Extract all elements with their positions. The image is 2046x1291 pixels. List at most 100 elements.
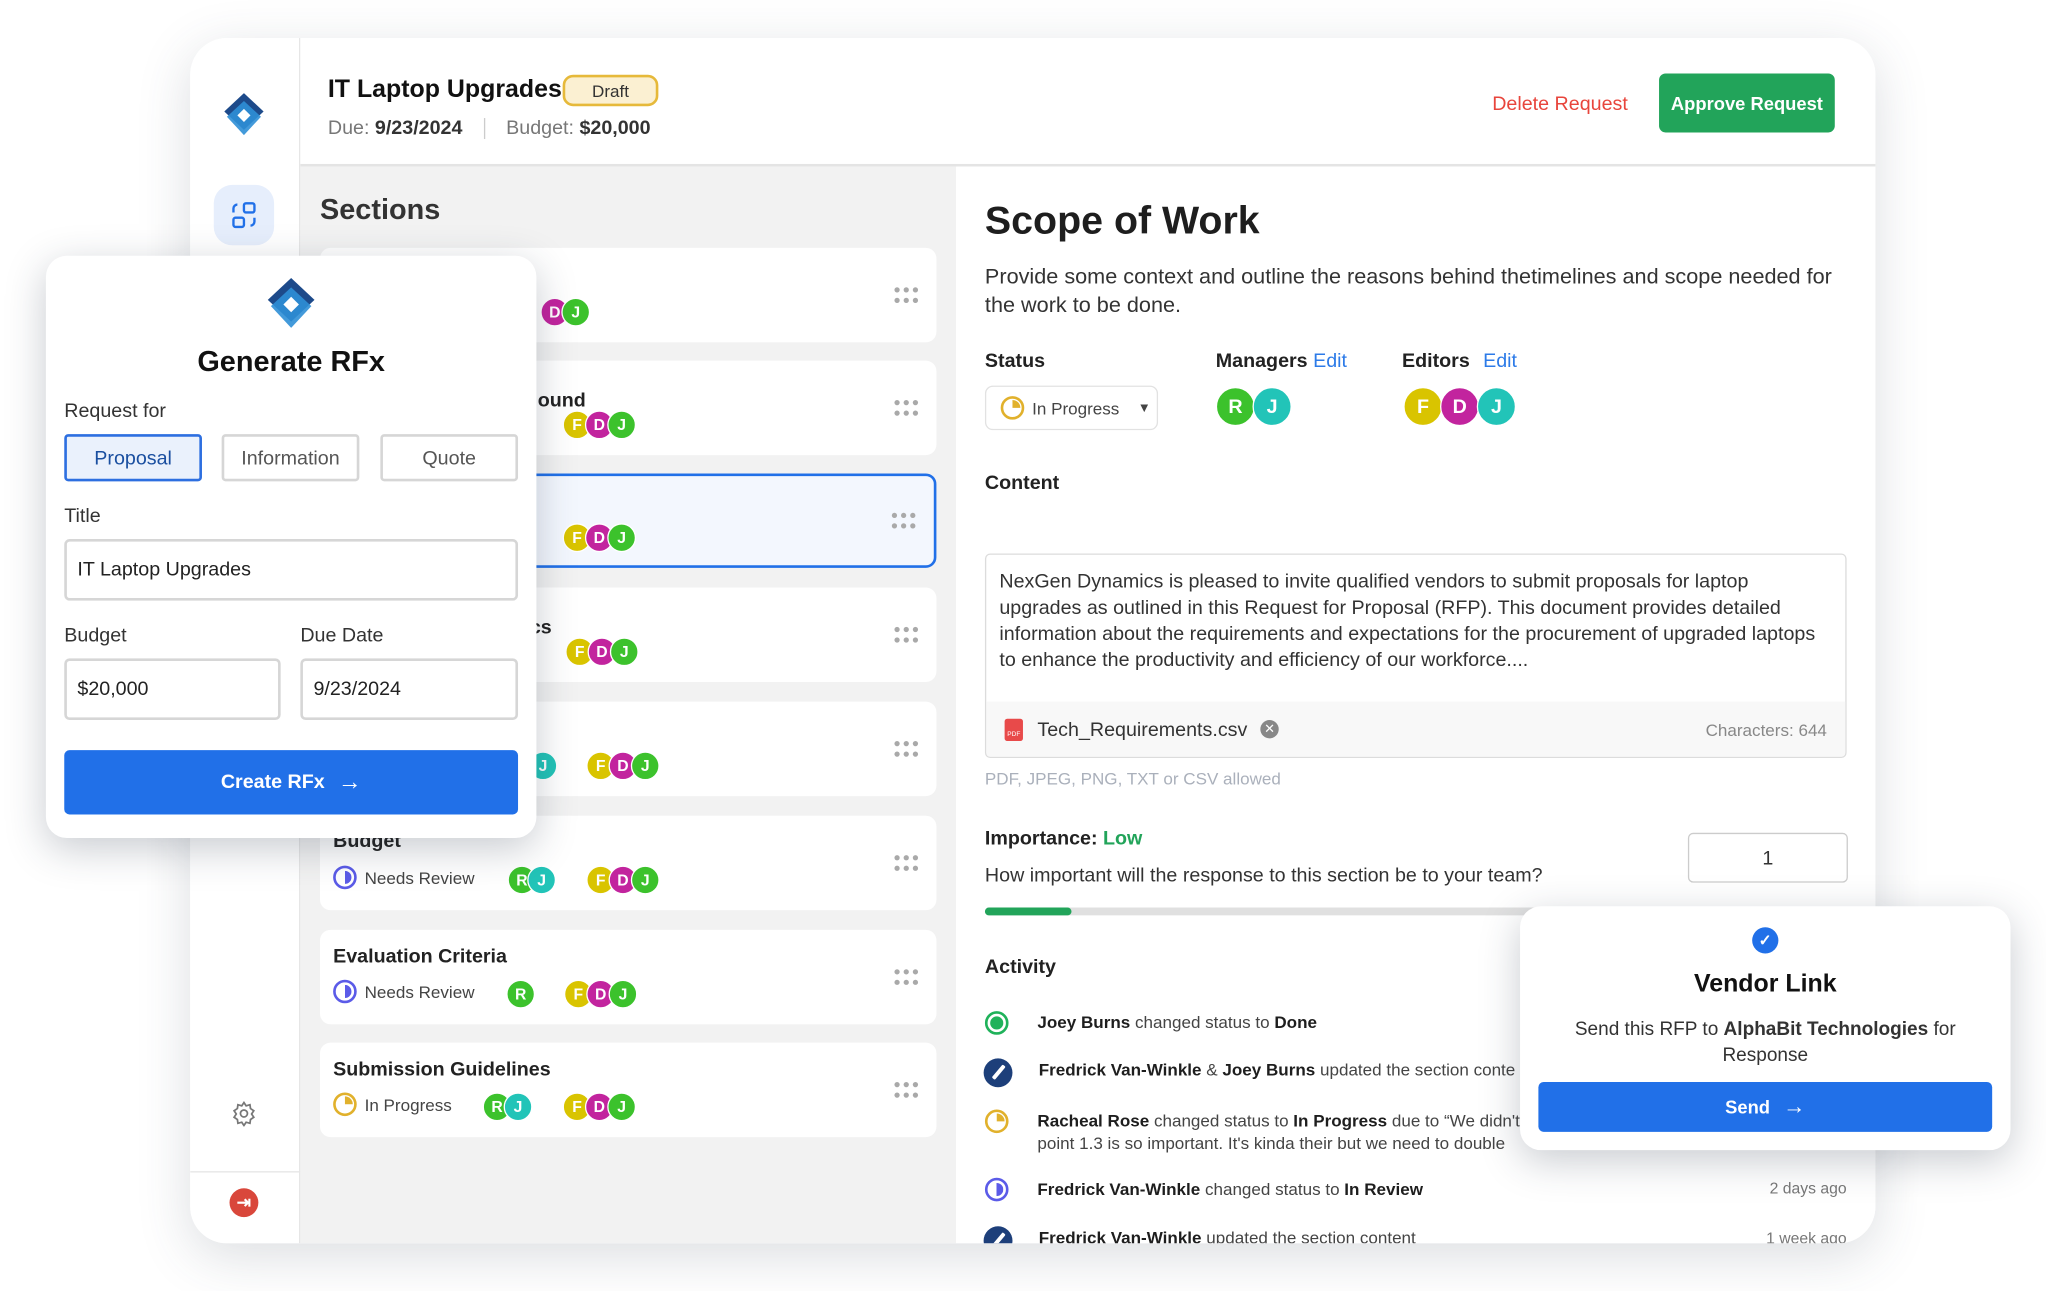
activity-text: updated the section content [1201, 1227, 1416, 1244]
due-label: Due: [327, 116, 370, 140]
importance-slider-fill [984, 907, 1072, 916]
drag-handle-icon[interactable] [894, 400, 919, 416]
remove-attachment-icon[interactable]: ✕ [1260, 720, 1279, 739]
sections-icon [232, 202, 256, 229]
in-progress-icon [333, 1092, 357, 1117]
drag-handle-icon[interactable] [894, 855, 919, 871]
status-label: Status [984, 350, 1046, 373]
content-text: NexGen Dynamics is pleased to invite qua… [999, 570, 1816, 672]
needs-review-icon [333, 865, 357, 890]
section-card[interactable]: Evaluation Criteria Needs Review R F D J [320, 929, 937, 1025]
content-textarea[interactable]: NexGen Dynamics is pleased to invite qua… [984, 553, 1847, 759]
create-rfx-label: Create RFx [220, 771, 325, 794]
drag-handle-icon[interactable] [891, 512, 916, 529]
title-input[interactable]: IT Laptop Upgrades [64, 539, 519, 601]
sections-nav-button[interactable] [213, 184, 275, 246]
activity-label: Activity [984, 956, 1057, 979]
pdf-file-icon: PDF [1004, 718, 1023, 741]
sections-heading: Sections [320, 192, 441, 226]
avatar: D [1440, 386, 1480, 427]
actor: Fredrick Van-Winkle [1037, 1179, 1201, 1199]
attachment-name[interactable]: Tech_Requirements.csv [1037, 718, 1247, 740]
activity-text: updated the section conte [1315, 1059, 1516, 1080]
in-progress-icon [1000, 396, 1025, 420]
due-value: 9/23/2024 [374, 116, 463, 140]
due-date-label: Due Date [300, 624, 384, 647]
logo-icon[interactable] [224, 93, 264, 136]
avatar: J [1252, 386, 1292, 427]
avatar: J [561, 297, 591, 327]
option-information[interactable]: Information [221, 434, 360, 482]
chevron-down-icon: ▼ [1137, 400, 1151, 416]
status-dropdown[interactable]: In Progress ▼ [984, 385, 1159, 431]
title-label: Title [64, 504, 101, 528]
avatar: J [607, 523, 637, 553]
divider [483, 118, 485, 140]
managers-label: Managers Edit [1216, 350, 1347, 372]
activity-target: In Review [1344, 1179, 1423, 1199]
send-button[interactable]: Send → [1538, 1081, 1993, 1132]
avatar: J [607, 410, 637, 440]
send-label: Send [1725, 1096, 1771, 1118]
section-status: Needs Review [333, 865, 475, 890]
section-card[interactable]: Submission Guidelines In Progress R J F … [320, 1042, 937, 1138]
page-title: IT Laptop Upgrades [327, 76, 562, 104]
edit-icon [983, 1226, 1013, 1244]
sidebar-divider [190, 1171, 301, 1173]
edit-editors-link[interactable]: Edit [1483, 350, 1517, 372]
due-date-input[interactable]: 9/23/2024 [300, 658, 519, 721]
budget-label: Budget [64, 624, 127, 647]
create-rfx-button[interactable]: Create RFx → [64, 750, 519, 815]
avatar: J [607, 1092, 637, 1122]
activity-text: changed status to [1200, 1179, 1345, 1199]
avatar: R [1215, 386, 1256, 427]
activity-item: Racheal Rose changed status to In Progre… [984, 1109, 1520, 1155]
gear-icon[interactable] [231, 1100, 257, 1127]
activity-item: Fredrick Van-Winkle updated the section … [983, 1226, 1416, 1244]
avatar: J [630, 865, 660, 895]
section-title: Submission Guidelines [333, 1058, 551, 1081]
status-value: In Progress [1032, 398, 1120, 418]
activity-text: point 1.3 is so important. It's kinda th… [1037, 1133, 1506, 1153]
avatar: J [1476, 386, 1517, 427]
avatar: J [527, 865, 557, 895]
delete-request-button[interactable]: Delete Request [1485, 87, 1636, 121]
actor: Fredrick Van-Winkle [1038, 1227, 1202, 1244]
file-hint: PDF, JPEG, PNG, TXT or CSV allowed [984, 768, 1281, 789]
edit-managers-link[interactable]: Edit [1313, 350, 1347, 372]
drag-handle-icon[interactable] [894, 1081, 919, 1098]
drag-handle-icon[interactable] [894, 969, 919, 985]
generate-rfx-card: Generate RFx Request for Proposal Inform… [45, 255, 537, 839]
option-proposal[interactable]: Proposal [64, 434, 202, 482]
approve-request-button[interactable]: Approve Request [1659, 73, 1835, 133]
done-icon [984, 1011, 1009, 1035]
option-quote[interactable]: Quote [380, 434, 519, 482]
activity-target: In Progress [1293, 1110, 1388, 1131]
drag-handle-icon[interactable] [894, 626, 919, 643]
drag-handle-icon[interactable] [894, 287, 919, 303]
avatar: J [609, 637, 639, 667]
importance-label: Importance: Low [985, 828, 1142, 850]
actor: Racheal Rose [1037, 1110, 1150, 1131]
arrow-right-icon: → [337, 768, 362, 795]
detail-title: Scope of Work [984, 199, 1260, 243]
actor: Fredrick Van-Winkle [1038, 1059, 1202, 1080]
actor: Joey Burns [1037, 1012, 1131, 1033]
activity-text: & [1201, 1059, 1223, 1080]
request-for-label: Request for [64, 400, 166, 423]
activity-item: Joey Burns changed status to Done [984, 1011, 1317, 1035]
status-badge: Draft [562, 74, 659, 107]
needs-review-icon [333, 979, 357, 1004]
vendor-company: AlphaBit Technologies [1723, 1019, 1929, 1041]
budget-input[interactable]: $20,000 [64, 658, 281, 721]
editors-text: Editors [1401, 350, 1470, 373]
generate-title: Generate RFx [197, 344, 385, 378]
budget-label: Budget: [506, 116, 574, 140]
logo-icon [267, 278, 315, 328]
activity-time: 1 week ago [1766, 1228, 1847, 1244]
importance-input[interactable]: 1 [1687, 832, 1848, 883]
logout-icon[interactable]: ⇥ [229, 1188, 259, 1218]
drag-handle-icon[interactable] [894, 740, 919, 757]
attachment-bar: PDF Tech_Requirements.csv ✕ Characters: … [986, 701, 1846, 757]
activity-text: due to “We didn't [1387, 1110, 1520, 1131]
